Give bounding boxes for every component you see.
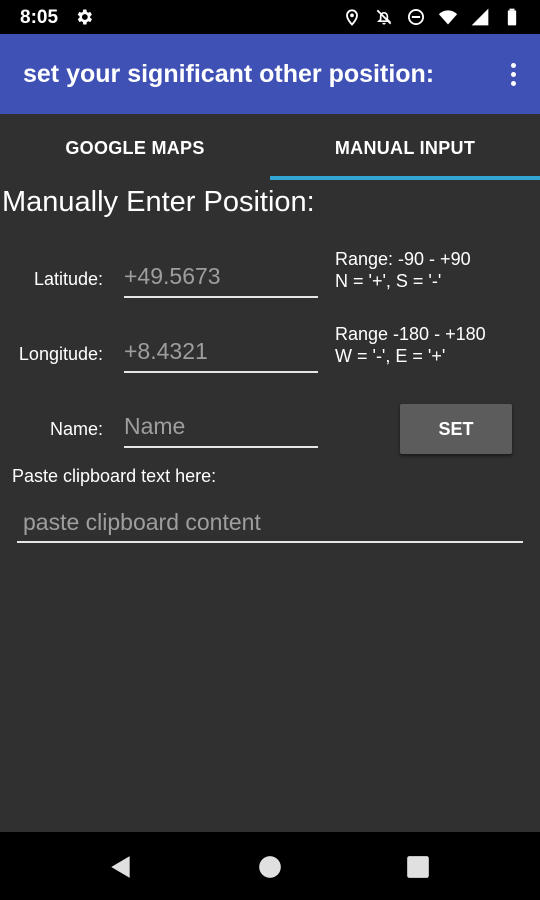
do-not-disturb-icon <box>408 9 424 25</box>
tab-indicator <box>270 176 540 180</box>
latitude-range: Range: -90 - +90 <box>335 249 471 269</box>
recents-square-icon[interactable] <box>405 854 431 880</box>
notifications-off-icon <box>376 9 392 25</box>
name-placeholder: Name <box>124 413 186 439</box>
status-time: 8:05 <box>20 7 59 28</box>
home-circle-icon[interactable] <box>257 854 283 880</box>
name-input[interactable]: Name <box>124 406 318 448</box>
app-title: set your significant other position: <box>23 60 435 88</box>
latitude-hint: Range: -90 - +90 N = '+', S = '-' <box>335 248 471 292</box>
signal-icon <box>471 8 489 26</box>
longitude-placeholder: +8.4321 <box>124 338 208 364</box>
longitude-input[interactable]: +8.4321 <box>124 331 318 373</box>
settings-gear-icon <box>77 9 92 25</box>
latitude-label: Latitude: <box>33 269 103 289</box>
location-icon <box>346 9 358 26</box>
tab-bar: GOOGLE MAPS MANUAL INPUT <box>0 114 540 182</box>
latitude-sign: N = '+', S = '-' <box>335 271 442 291</box>
battery-icon <box>507 8 517 26</box>
navigation-bar <box>0 832 540 900</box>
section-title: Manually Enter Position: <box>2 186 315 218</box>
status-icons <box>342 7 522 27</box>
name-label: Name: <box>49 419 103 439</box>
set-button[interactable]: SET <box>400 404 512 454</box>
latitude-input[interactable]: +49.5673 <box>124 256 318 298</box>
back-triangle-icon[interactable] <box>108 854 134 880</box>
latitude-placeholder: +49.5673 <box>124 263 221 289</box>
status-bar: 8:05 <box>0 0 540 34</box>
longitude-label: Longitude: <box>18 344 103 364</box>
paste-clipboard-input[interactable]: paste clipboard content <box>17 503 523 543</box>
longitude-range: Range -180 - +180 <box>335 324 486 344</box>
paste-label: Paste clipboard text here: <box>12 466 217 486</box>
overflow-menu-icon[interactable] <box>500 56 526 92</box>
wifi-icon <box>438 10 458 25</box>
longitude-hint: Range -180 - +180 W = '-', E = '+' <box>335 323 486 367</box>
app-bar: set your significant other position: <box>0 34 540 114</box>
tab-manual-input[interactable]: MANUAL INPUT <box>270 114 540 182</box>
tab-google-maps[interactable]: GOOGLE MAPS <box>0 114 270 182</box>
paste-placeholder: paste clipboard content <box>23 509 261 535</box>
longitude-sign: W = '-', E = '+' <box>335 346 446 366</box>
